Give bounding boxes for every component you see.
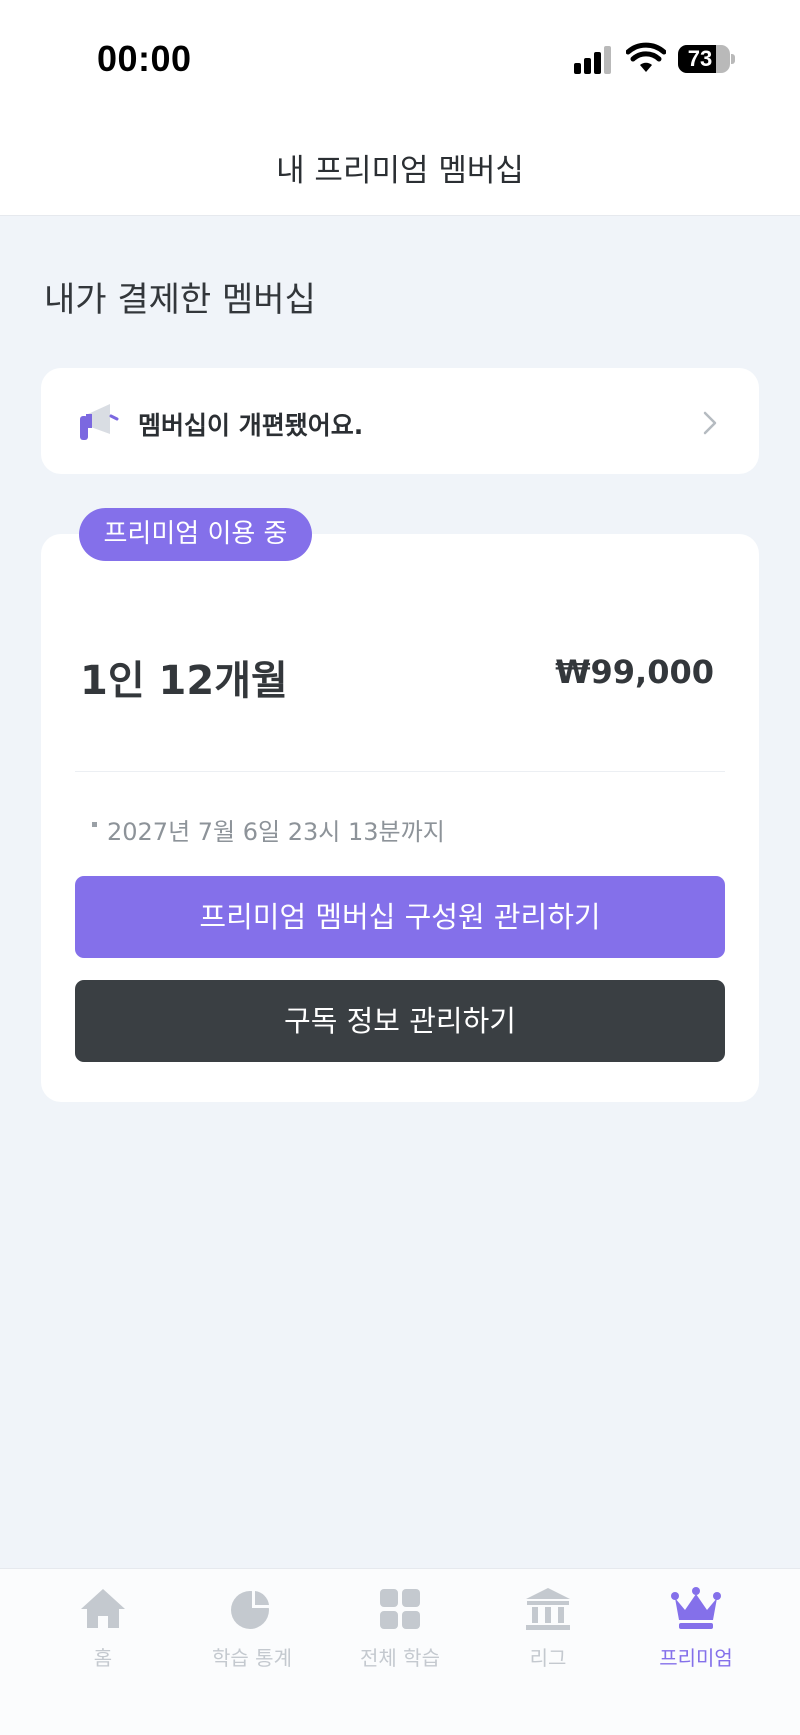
expiry-date: 2027년 7월 6일 23시 13분까지 [107,818,445,846]
megaphone-icon [80,404,119,440]
manage-members-button[interactable]: 프리미엄 멤버십 구성원 관리하기 [75,876,725,958]
tab-label: 리그 [529,1646,567,1670]
battery-tip [731,54,735,64]
bullet-icon [92,822,97,827]
tab-all-learning[interactable]: 전체 학습 [330,1586,470,1676]
card-divider [75,771,725,772]
tab-league[interactable]: 리그 [478,1586,618,1676]
tab-label: 학습 통계 [212,1646,292,1670]
home-icon [81,1589,125,1628]
premium-membership-screen: 00:00 73 내 프리미엄 멤버십 내가 결제한 멤버십 멤버십이 개편됐어… [0,0,800,1735]
battery-icon: 73 [678,45,730,73]
page-header: 내 프리미엄 멤버십 [0,120,800,216]
tab-home[interactable]: 홈 [33,1586,173,1676]
plan-price: ₩99,000 [555,653,714,691]
bank-building-icon [526,1588,570,1630]
cellular-signal-icon [574,46,614,74]
crown-icon [671,1587,721,1629]
grid-icon [380,1589,420,1629]
status-time: 00:00 [97,38,192,79]
wifi-icon [626,42,666,72]
tab-label: 전체 학습 [360,1646,440,1670]
status-badge: 프리미엄 이용 중 [79,508,312,561]
plan-name: 1인 12개월 [80,658,288,704]
tab-stats[interactable]: 학습 통계 [182,1586,322,1676]
status-bar: 00:00 73 [0,0,800,120]
tab-label: 프리미엄 [659,1646,733,1670]
page-title: 내 프리미엄 멤버십 [276,153,524,189]
battery-percent: 73 [687,46,713,71]
notice-text: 멤버십이 개편됐어요. [138,411,364,440]
chevron-right-icon [703,411,717,435]
tab-label: 홈 [93,1646,113,1670]
pie-chart-icon [231,1589,271,1629]
manage-subscription-button[interactable]: 구독 정보 관리하기 [75,980,725,1062]
section-title: 내가 결제한 멤버십 [44,280,316,320]
tab-premium[interactable]: 프리미엄 [626,1586,766,1676]
